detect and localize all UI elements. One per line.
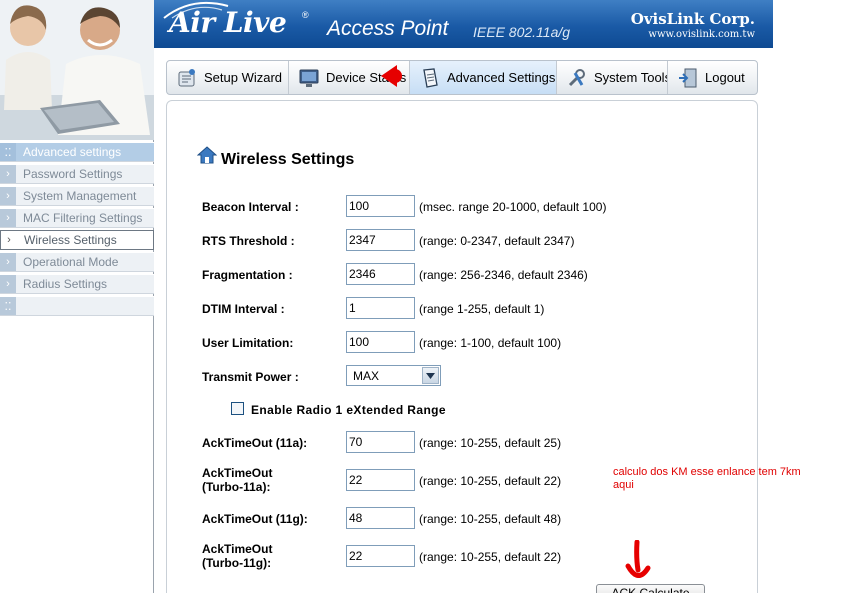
chevron-right-icon: › [0,253,16,271]
dtim-interval-hint: (range 1-255, default 1) [419,302,545,316]
device-status-button[interactable]: Device Status [289,61,410,94]
beacon-interval-input[interactable] [346,195,415,217]
dtim-interval-label: DTIM Interval : [202,302,285,316]
company-url: www.ovislink.com.tw [648,29,755,40]
fragmentation-label: Fragmentation : [202,268,293,282]
chevron-down-icon [422,367,439,384]
beacon-interval-hint: (msec. range 20-1000, default 100) [419,200,607,214]
acktimeout-11a-input[interactable] [346,431,415,453]
toolbar-label: Setup Wizard [204,70,283,85]
advanced-settings-button[interactable]: Advanced Settings [410,61,557,94]
annotation-note: calculo dos KM esse enlance tem 7km aqui [613,466,801,491]
system-tools-button[interactable]: System Tools [557,61,668,94]
page-title: Wireless Settings [221,151,355,168]
product-name: Access Point [327,17,449,40]
sidebar-item-label: Wireless Settings [24,233,117,247]
transmit-power-select[interactable]: MAX [346,365,441,386]
trademark-symbol: ® [302,10,309,20]
brand-logo: Air Live [169,6,287,39]
label-line: (Turbo-11a): [202,480,271,494]
extended-range-checkbox[interactable] [231,402,244,415]
sidebar-item-system-management[interactable]: › System Management [0,186,154,206]
sidebar-item-label: Radius Settings [23,277,108,291]
user-limitation-label: User Limitation: [202,336,294,350]
label-line: AckTimeOut [202,542,273,556]
acktimeout-turbo-11g-hint: (range: 10-255, default 22) [419,550,562,564]
rts-threshold-hint: (range: 0-2347, default 2347) [419,234,575,248]
chevron-right-icon: › [0,209,16,227]
grip-icon: ⁚⁚ [0,143,16,161]
fragmentation-input[interactable] [346,263,415,285]
fragmentation-hint: (range: 256-2346, default 2346) [419,268,588,282]
people-photo-image [0,0,154,140]
wizard-icon [178,68,195,86]
user-limitation-hint: (range: 1-100, default 100) [419,336,562,350]
home-icon [197,146,217,164]
header-photo [0,0,154,140]
transmit-power-value: MAX [353,369,380,383]
grip-icon: ⁚⁚ [0,297,16,315]
acktimeout-turbo-11g-input[interactable] [346,545,415,567]
header-banner: Air Live ® Access Point IEEE 802.11a/g O… [154,0,773,48]
rts-threshold-input[interactable] [346,229,415,251]
sidebar-header-label: Advanced settings [23,145,122,159]
acktimeout-turbo-11a-input[interactable] [346,469,415,491]
product-standard: IEEE 802.11a/g [473,24,571,40]
chevron-right-icon: › [0,275,16,293]
extended-range-label: Enable Radio 1 eXtended Range [251,403,446,417]
sidebar-item-label: Operational Mode [23,255,119,269]
setup-wizard-button[interactable]: Setup Wizard [167,61,289,94]
sidebar-footer: ⁚⁚ [0,296,154,316]
user-limitation-input[interactable] [346,331,415,353]
acktimeout-11g-input[interactable] [346,507,415,529]
acktimeout-turbo-11a-hint: (range: 10-255, default 22) [419,474,562,488]
sidebar-item-label: MAC Filtering Settings [23,211,143,225]
acktimeout-11g-label: AckTimeOut (11g): [202,512,308,526]
logout-button[interactable]: Logout [668,61,757,94]
tools-icon [568,68,585,86]
beacon-interval-label: Beacon Interval : [202,200,299,214]
acktimeout-11a-hint: (range: 10-255, default 25) [419,436,562,450]
chevron-right-icon: › [0,165,16,183]
monitor-icon [299,69,319,87]
toolbar-label: System Tools [594,70,668,85]
transmit-power-label: Transmit Power : [202,370,299,384]
sidebar-item-label: System Management [23,189,137,203]
dtim-interval-input[interactable] [346,297,415,319]
logout-door-icon [679,68,697,87]
rts-threshold-label: RTS Threshold : [202,234,295,248]
ack-calculate-button[interactable]: ACK Calculate [596,584,705,593]
sidebar-item-label: Password Settings [23,167,123,181]
main-toolbar: Setup Wizard Device Status Advanced Sett… [166,60,758,95]
chevron-right-icon: › [0,187,16,205]
label-line: AckTimeOut [202,466,273,480]
sidebar-item-wireless-settings[interactable]: › Wireless Settings [0,230,154,250]
label-line: (Turbo-11g): [202,556,272,570]
acktimeout-11a-label: AckTimeOut (11a): [202,436,308,450]
company-name: OvisLink Corp. [630,10,755,28]
sidebar: ⁚⁚ Advanced settings › Password Settings… [0,140,154,593]
document-icon [423,67,438,88]
sidebar-header: ⁚⁚ Advanced settings [0,142,154,162]
sidebar-item-radius-settings[interactable]: › Radius Settings [0,274,154,294]
acktimeout-turbo-11g-label: AckTimeOut (Turbo-11g): [202,542,272,570]
red-arrow-icon [381,65,402,87]
acktimeout-turbo-11a-label: AckTimeOut (Turbo-11a): [202,466,272,494]
sidebar-item-password-settings[interactable]: › Password Settings [0,164,154,184]
chevron-right-icon: › [1,231,17,249]
sidebar-item-mac-filtering-settings[interactable]: › MAC Filtering Settings [0,208,154,228]
red-down-arrow-icon [625,540,651,578]
acktimeout-11g-hint: (range: 10-255, default 48) [419,512,562,526]
toolbar-label: Logout [705,70,745,85]
toolbar-label: Advanced Settings [447,70,556,85]
sidebar-item-operational-mode[interactable]: › Operational Mode [0,252,154,272]
